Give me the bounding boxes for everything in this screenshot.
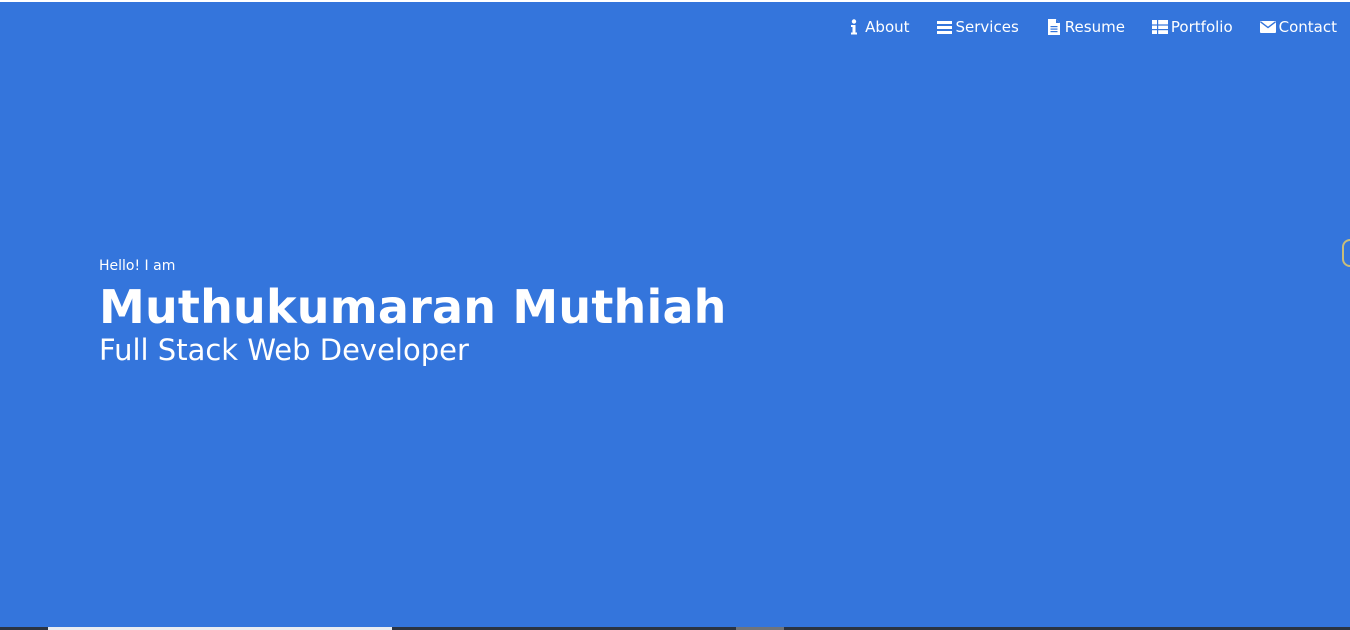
table-icon (1151, 19, 1168, 35)
intro-block: Hello! I am Muthukumaran Muthiah Full St… (99, 257, 727, 369)
nav-item-resume[interactable]: Resume (1046, 18, 1125, 36)
nav-item-services[interactable]: Services (937, 18, 1019, 36)
nav-label-resume: Resume (1064, 18, 1125, 36)
person-name: Muthukumaran Muthiah (99, 280, 727, 334)
scroll-handle[interactable] (1342, 239, 1350, 267)
job-title: Full Stack Web Developer (99, 333, 469, 367)
hero-section: About Services Resume Portfolio Contact … (0, 0, 1350, 627)
nav-label-services: Services (955, 18, 1019, 36)
file-icon (1046, 19, 1062, 35)
list-icon (937, 19, 953, 35)
nav-label-portfolio: Portfolio (1170, 18, 1233, 36)
nav-item-contact[interactable]: Contact (1259, 18, 1337, 36)
top-nav: About Services Resume Portfolio Contact (819, 18, 1337, 36)
envelope-icon (1259, 19, 1276, 35)
nav-item-portfolio[interactable]: Portfolio (1151, 18, 1233, 36)
info-icon (846, 19, 862, 35)
nav-label-contact: Contact (1278, 18, 1337, 36)
nav-label-about: About (865, 18, 910, 36)
greeting-text: Hello! I am (99, 258, 176, 274)
nav-item-about[interactable]: About (846, 18, 910, 36)
